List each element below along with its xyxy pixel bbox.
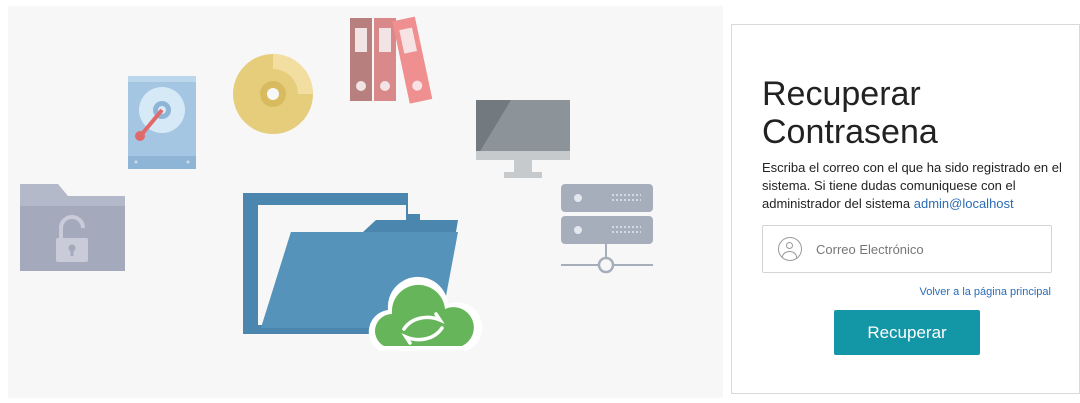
email-input[interactable]	[814, 240, 1038, 258]
recover-password-panel: Recuperar Contrasena Escriba el correo c…	[731, 24, 1080, 394]
admin-email-link[interactable]: admin@localhost	[914, 196, 1014, 211]
monitor-icon	[476, 100, 570, 178]
hard-drive-icon	[128, 76, 196, 169]
instructions-text: Escriba el correo con el que ha sido reg…	[762, 159, 1062, 213]
cd-disc-icon	[233, 54, 313, 134]
binders-icon	[350, 16, 433, 104]
email-field-container[interactable]	[762, 225, 1052, 273]
page-title: Recuperar Contrasena	[762, 75, 1072, 151]
server-icon	[561, 184, 653, 274]
illustration-canvas	[20, 16, 653, 351]
title-line-2: Contrasena	[762, 113, 938, 151]
locked-folder-icon	[20, 184, 125, 271]
user-icon	[778, 237, 802, 261]
title-line-1: Recuperar	[762, 75, 921, 113]
recover-button[interactable]: Recuperar	[834, 310, 980, 355]
back-to-home-link[interactable]: Volver a la página principal	[920, 286, 1051, 298]
instructions-body: Escriba el correo con el que ha sido reg…	[762, 160, 1062, 211]
hero-illustration	[8, 6, 723, 398]
